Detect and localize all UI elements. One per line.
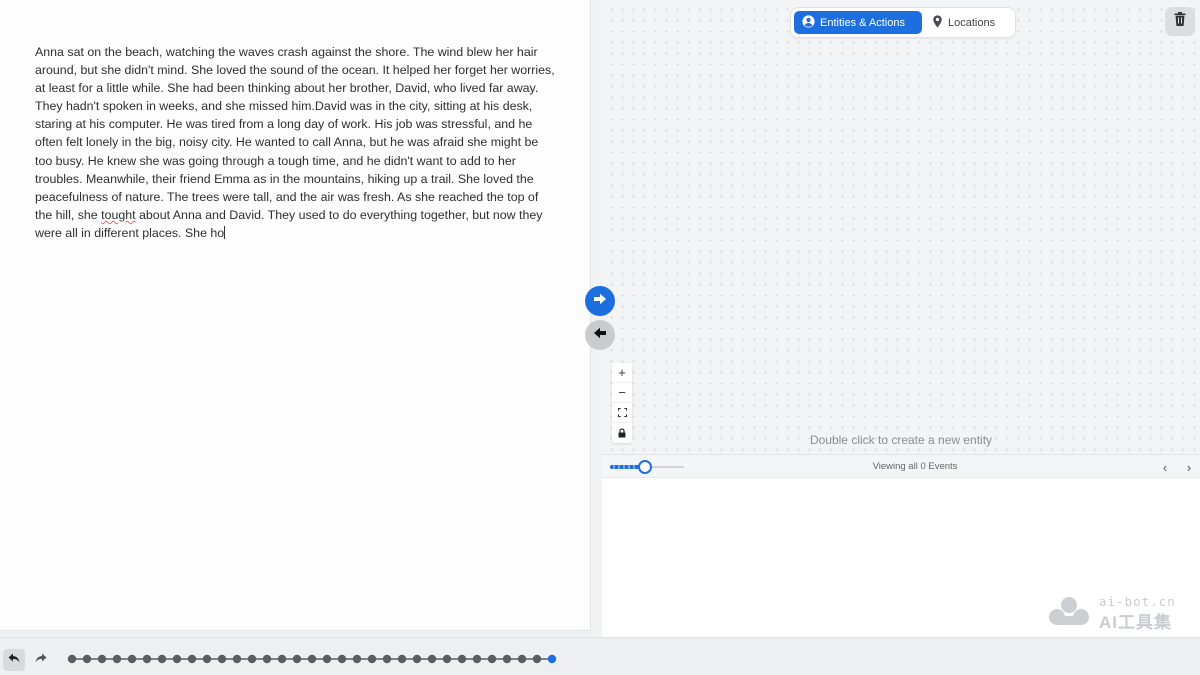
trash-icon <box>1174 12 1186 31</box>
history-step-dot[interactable] <box>412 654 422 664</box>
history-step-dot[interactable] <box>322 654 332 664</box>
undo-button[interactable] <box>3 649 25 671</box>
history-step-dot[interactable] <box>82 654 92 664</box>
redo-button[interactable] <box>30 649 52 671</box>
timeline-prev-button[interactable]: ‹ <box>1158 459 1172 475</box>
map-pin-icon <box>932 14 943 31</box>
history-step-dot[interactable] <box>397 654 407 664</box>
history-step-dot[interactable] <box>472 654 482 664</box>
text-caret <box>224 225 226 239</box>
history-step-dot[interactable] <box>142 654 152 664</box>
misspelled-word[interactable]: tought <box>101 208 135 222</box>
user-circle-icon <box>802 14 815 31</box>
history-step-dot[interactable] <box>232 654 242 664</box>
watermark-title: AI工具集 <box>1099 613 1172 632</box>
canvas-hint: Double click to create a new entity <box>809 433 993 447</box>
arrow-left-icon <box>593 326 607 344</box>
zoom-out-button[interactable]: − <box>612 383 632 403</box>
timeline-status: Viewing all 0 Events <box>872 461 958 472</box>
history-step-dot[interactable] <box>202 654 212 664</box>
delete-button[interactable] <box>1165 7 1195 36</box>
history-step-dot[interactable] <box>382 654 392 664</box>
history-step-dot[interactable] <box>547 654 557 664</box>
tab-locations-label: Locations <box>948 16 996 29</box>
history-step-dot[interactable] <box>97 654 107 664</box>
history-step-dot[interactable] <box>307 654 317 664</box>
timeline-bar: Viewing all 0 Events ‹ › <box>602 454 1200 478</box>
arrow-right-icon <box>593 292 607 310</box>
story-text[interactable]: Anna sat on the beach, watching the wave… <box>35 43 557 242</box>
history-step-dot[interactable] <box>127 654 137 664</box>
story-text-part-1: Anna sat on the beach, watching the wave… <box>35 45 555 222</box>
watermark-logo-icon <box>1049 597 1089 625</box>
undo-icon <box>8 651 20 669</box>
zoom-in-button[interactable]: + <box>612 363 632 383</box>
history-step-dot[interactable] <box>427 654 437 664</box>
history-step-dot[interactable] <box>67 654 77 664</box>
tab-locations[interactable]: Locations <box>924 11 1003 34</box>
send-right-button[interactable] <box>585 286 615 316</box>
history-step-dot[interactable] <box>277 654 287 664</box>
history-step-dot[interactable] <box>217 654 227 664</box>
history-step-dot[interactable] <box>457 654 467 664</box>
fit-view-button[interactable] <box>612 403 632 423</box>
tab-entities-label: Entities & Actions <box>820 16 905 29</box>
redo-icon <box>35 651 47 669</box>
history-step-dot[interactable] <box>367 654 377 664</box>
history-step-dot[interactable] <box>262 654 272 664</box>
watermark: ai-bot.cn AI工具集 <box>1045 594 1195 632</box>
history-step-dot[interactable] <box>532 654 542 664</box>
history-step-dot[interactable] <box>157 654 167 664</box>
history-step-dot[interactable] <box>517 654 527 664</box>
history-bar <box>0 637 1200 675</box>
fit-view-icon <box>617 405 627 420</box>
send-left-button[interactable] <box>585 320 615 350</box>
tab-entities-actions[interactable]: Entities & Actions <box>794 11 922 34</box>
history-step-dot[interactable] <box>172 654 182 664</box>
history-step-dot[interactable] <box>502 654 512 664</box>
entity-canvas[interactable]: Entities & Actions Locations + − Double … <box>602 0 1200 454</box>
history-step-dot[interactable] <box>247 654 257 664</box>
history-step-dot[interactable] <box>487 654 497 664</box>
watermark-domain: ai-bot.cn <box>1099 594 1176 609</box>
history-step-dot[interactable] <box>352 654 362 664</box>
panel-divider[interactable] <box>591 0 602 637</box>
timeline-next-button[interactable]: › <box>1182 459 1196 475</box>
history-step-dot[interactable] <box>292 654 302 664</box>
view-toggle: Entities & Actions Locations <box>790 7 1016 38</box>
history-step-dot[interactable] <box>112 654 122 664</box>
history-step-dot[interactable] <box>337 654 347 664</box>
history-step-dot[interactable] <box>187 654 197 664</box>
history-step-dot[interactable] <box>442 654 452 664</box>
zoom-controls: + − <box>612 363 632 443</box>
text-editor[interactable]: Anna sat on the beach, watching the wave… <box>0 0 591 631</box>
history-steps[interactable] <box>66 654 566 664</box>
